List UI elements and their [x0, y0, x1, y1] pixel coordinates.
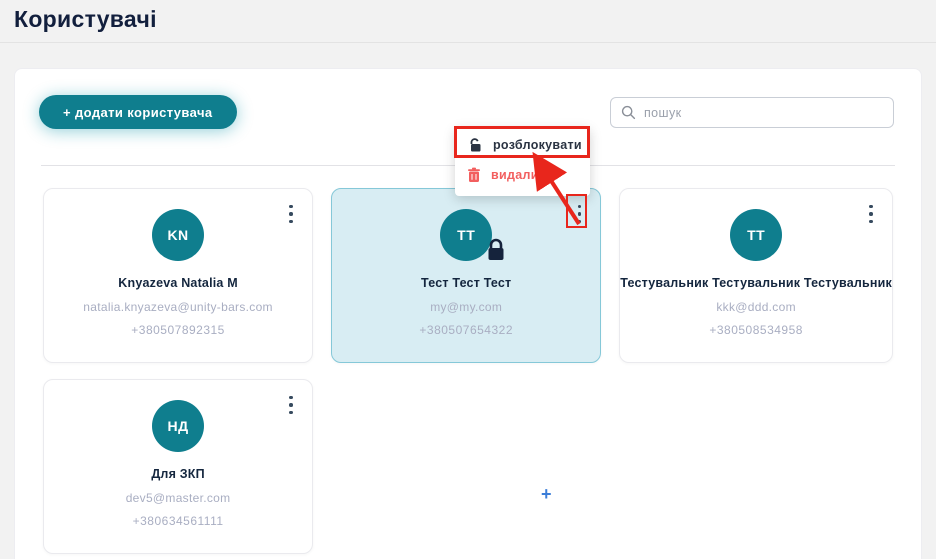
page-title: Користувачі — [14, 6, 157, 33]
card-kebab-menu-icon[interactable] — [861, 198, 881, 230]
user-email: natalia.knyazeva@unity-bars.com — [44, 300, 312, 314]
add-user-button[interactable]: + додати користувача — [39, 95, 237, 129]
user-name: Knyazeva Natalia M — [44, 276, 312, 290]
user-name: Тестувальник Тестувальник Тестувальник — [620, 276, 892, 290]
avatar: ТТ — [730, 209, 782, 261]
user-phone: +380507654322 — [332, 323, 600, 337]
cursor-plus-mark: + — [541, 484, 552, 505]
card-context-menu: розблокувати видалити — [455, 127, 590, 196]
user-phone: +380634561111 — [44, 514, 312, 528]
menu-item-unblock[interactable]: розблокувати — [455, 130, 590, 160]
menu-item-delete[interactable]: видалити — [455, 160, 590, 190]
avatar: KN — [152, 209, 204, 261]
search-input[interactable] — [644, 106, 883, 120]
avatar: ТТ — [440, 209, 492, 261]
user-card[interactable]: НД Для ЗКП dev5@master.com +380634561111 — [43, 379, 313, 554]
unlock-icon — [467, 137, 483, 153]
search-icon — [621, 105, 636, 120]
card-kebab-menu-icon[interactable] — [281, 389, 301, 421]
user-card[interactable]: ТТ Тестувальник Тестувальник Тестувальни… — [619, 188, 893, 363]
user-email: dev5@master.com — [44, 491, 312, 505]
user-card-selected[interactable]: ТТ Тест Тест Тест my@my.com +38050765432… — [331, 188, 601, 363]
trash-icon — [467, 167, 481, 183]
locked-user-icon — [486, 238, 506, 267]
menu-item-label: розблокувати — [493, 138, 582, 152]
user-card-grid: KN Knyazeva Natalia M natalia.knyazeva@u… — [15, 188, 921, 554]
user-phone: +380508534958 — [620, 323, 892, 337]
user-email: kkk@ddd.com — [620, 300, 892, 314]
user-card[interactable]: KN Knyazeva Natalia M natalia.knyazeva@u… — [43, 188, 313, 363]
search-box[interactable] — [610, 97, 894, 128]
user-phone: +380507892315 — [44, 323, 312, 337]
card-kebab-menu-icon[interactable] — [281, 198, 301, 230]
menu-item-label: видалити — [491, 168, 553, 182]
card-kebab-menu-icon[interactable] — [569, 198, 589, 230]
user-email: my@my.com — [332, 300, 600, 314]
user-name: Для ЗКП — [44, 467, 312, 481]
avatar: НД — [152, 400, 204, 452]
user-name: Тест Тест Тест — [332, 276, 600, 290]
header-divider — [0, 42, 936, 43]
